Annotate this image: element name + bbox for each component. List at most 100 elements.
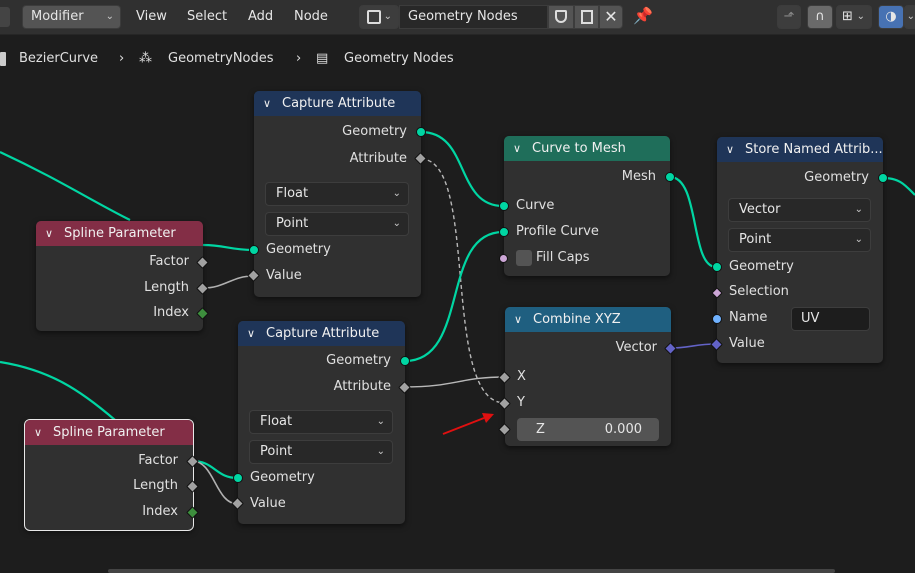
menu-select[interactable]: Select: [187, 5, 227, 29]
node-title: Store Named Attrib...: [745, 142, 883, 157]
data-type-dropdown[interactable]: Vector ⌄: [728, 198, 871, 222]
overlay-dropdown[interactable]: ⌄: [904, 5, 915, 29]
domain-dropdown[interactable]: Point ⌄: [265, 212, 409, 236]
overlay-icon: ◑: [885, 9, 897, 24]
chevron-down-icon: ⌄: [854, 234, 863, 245]
collapse-icon[interactable]: ∨: [726, 137, 734, 162]
overlay-toggle[interactable]: ◑: [878, 5, 904, 29]
chevron-down-icon: ⌄: [376, 416, 385, 427]
output-geometry-socket[interactable]: [416, 127, 426, 137]
link-capbot-attr-x: [404, 376, 506, 388]
curve-to-mesh-node[interactable]: ∨ Curve to Mesh Mesh Curve Profile Curve…: [499, 136, 675, 276]
menu-node[interactable]: Node: [294, 5, 328, 29]
snap-mode-dropdown[interactable]: ⊞ ⌄: [836, 5, 872, 29]
node-title: Capture Attribute: [266, 326, 380, 341]
z-value-field[interactable]: Z 0.000: [517, 418, 659, 441]
node-header[interactable]: ∨ Spline Parameter: [36, 221, 203, 246]
chevron-down-icon: ⌄: [105, 11, 114, 22]
combine-xyz-node[interactable]: ∨ Combine XYZ Vector X Y Z 0.000: [498, 307, 677, 446]
chevron-down-icon: ⌄: [854, 204, 863, 215]
output-mesh-socket[interactable]: [665, 172, 675, 182]
input-profile-curve-label: Profile Curve: [516, 224, 599, 239]
name-text-field[interactable]: UV: [791, 307, 870, 331]
input-fill-caps-socket[interactable]: [499, 254, 508, 263]
link-length-value: [202, 275, 254, 289]
collapse-icon[interactable]: ∨: [513, 136, 521, 161]
node-title: Curve to Mesh: [532, 141, 626, 156]
node-header[interactable]: ∨ Spline Parameter: [25, 420, 193, 445]
domain-value: Point: [260, 444, 293, 459]
parent-tree-button[interactable]: ⬏: [777, 5, 801, 29]
node-header[interactable]: ∨ Capture Attribute: [238, 321, 405, 346]
pin-icon[interactable]: 📌: [633, 6, 653, 25]
collapse-icon[interactable]: ∨: [514, 307, 522, 332]
breadcrumb-separator-icon: ›: [119, 51, 125, 66]
collapse-icon[interactable]: ∨: [263, 91, 271, 116]
input-geometry-socket[interactable]: [712, 262, 722, 272]
editor-type-icon[interactable]: [0, 7, 10, 27]
link-captop-curve: [420, 130, 504, 208]
input-geometry-socket[interactable]: [233, 473, 243, 483]
link-offscreen-top: [0, 151, 131, 221]
input-geometry-label: Geometry: [729, 259, 794, 274]
node-header[interactable]: ∨ Store Named Attrib...: [717, 137, 883, 162]
spline-parameter-node-top[interactable]: ∨ Spline Parameter Factor Length Index: [36, 221, 209, 331]
store-named-attribute-node[interactable]: ∨ Store Named Attrib... Geometry Vector …: [710, 137, 888, 363]
node-tree-name-field[interactable]: Geometry Nodes: [399, 5, 548, 29]
domain-dropdown[interactable]: Point ⌄: [249, 440, 393, 464]
collapse-icon[interactable]: ∨: [45, 221, 53, 246]
domain-value: Point: [276, 216, 309, 231]
breadcrumb-node-tree[interactable]: Geometry Nodes: [344, 50, 454, 68]
output-factor-label: Factor: [149, 254, 189, 269]
chevron-down-icon: ⌄: [392, 218, 401, 229]
domain-dropdown[interactable]: Point ⌄: [728, 228, 871, 252]
input-curve-socket[interactable]: [499, 201, 509, 211]
input-selection-label: Selection: [729, 284, 789, 299]
spline-parameter-node-bottom[interactable]: ∨ Spline Parameter Factor Length Index: [24, 419, 199, 531]
node-header[interactable]: ∨ Combine XYZ: [505, 307, 671, 332]
chevron-down-icon: ⌄: [392, 188, 401, 199]
output-geometry-label: Geometry: [326, 353, 391, 368]
breadcrumb-separator-icon: ›: [296, 51, 302, 66]
collapse-icon[interactable]: ∨: [34, 420, 42, 445]
node-header[interactable]: ∨ Capture Attribute: [254, 91, 421, 116]
output-length-label: Length: [144, 280, 189, 295]
input-profile-curve-socket[interactable]: [499, 227, 509, 237]
output-index-label: Index: [142, 504, 178, 519]
data-type-dropdown[interactable]: Float ⌄: [265, 182, 409, 206]
fake-user-button[interactable]: [548, 5, 574, 29]
breadcrumb-modifier[interactable]: GeometryNodes: [168, 50, 274, 68]
editor-header: Modifier ⌄ View Select Add Node ⌄ Geomet…: [0, 0, 915, 35]
capture-attribute-node-top[interactable]: ∨ Capture Attribute Geometry Attribute F…: [247, 91, 427, 297]
collapse-icon[interactable]: ∨: [247, 321, 255, 346]
output-geometry-socket[interactable]: [400, 356, 410, 366]
output-factor-label: Factor: [138, 453, 178, 468]
duplicate-button[interactable]: [574, 5, 599, 29]
capture-attribute-node-bottom[interactable]: ∨ Capture Attribute Geometry Attribute F…: [231, 321, 411, 524]
menu-add[interactable]: Add: [248, 5, 273, 29]
data-type-dropdown[interactable]: Float ⌄: [249, 410, 393, 434]
arrow-up-icon: ⬏: [783, 9, 795, 24]
output-mesh-label: Mesh: [621, 169, 656, 184]
menu-view[interactable]: View: [136, 5, 167, 29]
node-tree-browse-button[interactable]: ⌄: [359, 5, 399, 29]
chevron-down-icon: ⌄: [856, 11, 865, 22]
unlink-button[interactable]: ✕: [599, 5, 623, 29]
input-name-socket[interactable]: [712, 314, 722, 324]
horizontal-scrollbar[interactable]: [108, 569, 835, 573]
node-tree-icon: ▤: [316, 51, 329, 66]
link-store-out: [882, 176, 915, 196]
editor-type-dropdown[interactable]: Modifier ⌄: [22, 5, 121, 29]
input-curve-label: Curve: [516, 198, 555, 213]
fill-caps-checkbox[interactable]: [516, 250, 532, 266]
input-geometry-socket[interactable]: [249, 245, 259, 255]
node-header[interactable]: ∨ Curve to Mesh: [504, 136, 670, 161]
input-x-label: X: [517, 369, 526, 384]
breadcrumb-object[interactable]: BezierCurve: [19, 50, 98, 68]
output-geometry-label: Geometry: [342, 124, 407, 139]
output-geometry-socket[interactable]: [878, 173, 888, 183]
name-value: UV: [801, 311, 820, 326]
fill-caps-label: Fill Caps: [536, 250, 590, 265]
snap-toggle[interactable]: ∩: [807, 5, 833, 29]
output-attribute-label: Attribute: [333, 379, 391, 394]
